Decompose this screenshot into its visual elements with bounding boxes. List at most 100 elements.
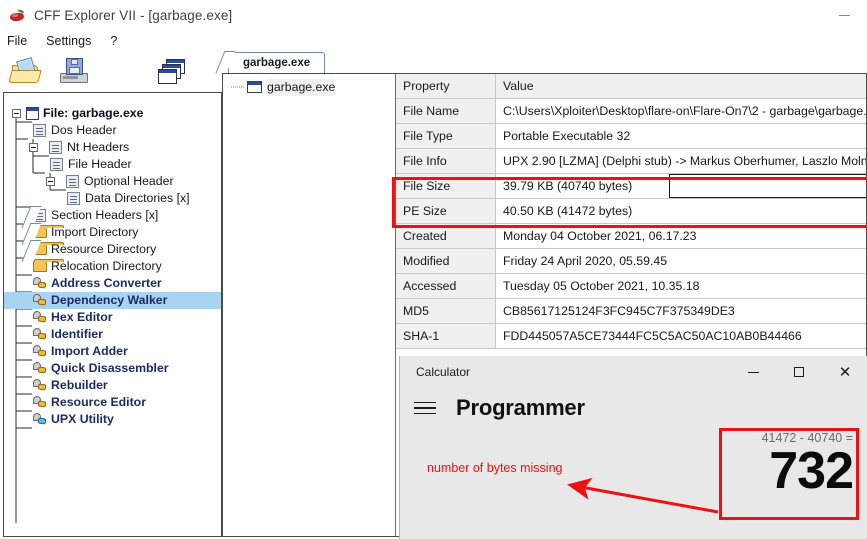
table-row-file-size[interactable]: File Size 39.79 KB (40740 bytes) — [396, 174, 866, 199]
file-structure-tree[interactable]: File: garbage.exe Dos Header Nt Headers … — [3, 92, 222, 537]
window-titlebar: CFF Explorer VII - [garbage.exe] — [0, 0, 867, 30]
calculator-maximize-button[interactable] — [776, 356, 822, 388]
sidebar-item-label: File: garbage.exe — [43, 106, 144, 120]
mdi-file-tree[interactable]: garbage.exe — [223, 74, 395, 536]
sidebar-item-optional-header[interactable]: Optional Header — [4, 173, 221, 190]
table-row[interactable]: Modified Friday 24 April 2020, 05.59.45 — [396, 249, 866, 274]
calculator-close-button[interactable]: ✕ — [822, 356, 867, 388]
app-root: CFF Explorer VII - [garbage.exe] File Se… — [0, 0, 867, 539]
sidebar-item-label: UPX Utility — [51, 412, 114, 426]
window-controls — [821, 0, 867, 30]
tab-garbage-exe[interactable]: garbage.exe — [228, 52, 326, 73]
column-header-property: Property — [396, 74, 496, 99]
mdi-tree-item-label: garbage.exe — [267, 79, 336, 96]
document-icon — [33, 124, 46, 137]
property-value: 39.79 KB (40740 bytes) — [496, 174, 866, 199]
sidebar-item-address-converter[interactable]: Address Converter — [4, 275, 221, 292]
table-row[interactable]: MD5 CB85617125124F3FC945C7F375349DE3 — [396, 299, 866, 324]
property-value: Monday 04 October 2021, 06.17.23 — [496, 224, 866, 249]
sidebar-item-label: File Header — [68, 157, 132, 171]
document-icon — [50, 158, 63, 171]
sidebar-item-label: Import Directory — [51, 225, 139, 239]
sidebar-item-quick-disassembler[interactable]: Quick Disassembler — [4, 360, 221, 377]
column-header-value: Value — [496, 74, 866, 99]
property-name: Modified — [396, 249, 496, 274]
property-name: MD5 — [396, 299, 496, 324]
folder-icon — [33, 259, 64, 272]
pepper-icon — [9, 7, 26, 24]
tool-icon — [33, 345, 47, 358]
property-name: Accessed — [396, 274, 496, 299]
sidebar-item-label: Optional Header — [84, 174, 174, 188]
minimize-button[interactable] — [821, 0, 867, 30]
menu-item-settings[interactable]: Settings — [46, 32, 100, 50]
sidebar-item-dependency-walker[interactable]: Dependency Walker — [4, 292, 221, 309]
sidebar-item-rebuilder[interactable]: Rebuilder — [4, 377, 221, 394]
open-file-button[interactable] — [8, 55, 43, 89]
mdi-tree-item-garbage[interactable]: garbage.exe — [223, 79, 395, 96]
sidebar-item-nt-headers[interactable]: Nt Headers — [4, 139, 221, 156]
sidebar-item-label: Quick Disassembler — [51, 361, 169, 375]
table-row[interactable]: File Type Portable Executable 32 — [396, 124, 866, 149]
tool-icon — [33, 362, 47, 375]
document-icon — [49, 141, 62, 154]
sidebar-item-label: Section Headers [x] — [51, 208, 159, 222]
property-name: File Size — [396, 174, 496, 199]
calculator-title: Calculator — [416, 365, 471, 379]
property-name: PE Size — [396, 199, 496, 224]
table-row[interactable]: Created Monday 04 October 2021, 06.17.23 — [396, 224, 866, 249]
open-folder-icon — [8, 55, 43, 89]
calculator-mode-label: Programmer — [456, 395, 585, 420]
window-icon — [26, 107, 39, 120]
annotation-note: number of bytes missing — [427, 461, 563, 475]
tool-icon — [33, 311, 47, 324]
floppy-disk-icon — [57, 55, 91, 89]
sidebar-item-label: Nt Headers — [67, 140, 130, 154]
sidebar-item-identifier[interactable]: Identifier — [4, 326, 221, 343]
sidebar-item-file-garbage[interactable]: File: garbage.exe — [4, 105, 221, 122]
sidebar-item-label: Import Adder — [51, 344, 128, 358]
property-value: Tuesday 05 October 2021, 10.35.18 — [496, 274, 866, 299]
tab-label: garbage.exe — [243, 57, 311, 69]
maximize-icon — [794, 367, 804, 377]
tool-icon — [33, 294, 47, 307]
sidebar-item-label: Dependency Walker — [51, 293, 168, 307]
calculator-minimize-button[interactable] — [730, 356, 776, 388]
property-value: UPX 2.90 [LZMA] (Delphi stub) -> Markus … — [496, 149, 866, 174]
sidebar-item-file-header[interactable]: File Header — [4, 156, 221, 173]
sidebar-item-dos-header[interactable]: Dos Header — [4, 122, 221, 139]
sidebar-item-label: Resource Directory — [51, 242, 157, 256]
property-name: File Name — [396, 99, 496, 124]
sidebar-item-label: Dos Header — [51, 123, 117, 137]
table-row-pe-size[interactable]: PE Size 40.50 KB (41472 bytes) — [396, 199, 866, 224]
table-row[interactable]: Accessed Tuesday 05 October 2021, 10.35.… — [396, 274, 866, 299]
sidebar-item-import-adder[interactable]: Import Adder — [4, 343, 221, 360]
expander-minus-icon[interactable] — [12, 109, 21, 118]
property-value: FDD445057A5CE73444FC5C5AC50AC10AB0B44466 — [496, 324, 866, 349]
sidebar-item-relocation-directory[interactable]: Relocation Directory — [4, 258, 221, 275]
sidebar-item-hex-editor[interactable]: Hex Editor — [4, 309, 221, 326]
property-name: Created — [396, 224, 496, 249]
cascade-windows-button[interactable] — [155, 55, 189, 89]
table-row[interactable]: SHA-1 FDD445057A5CE73444FC5C5AC50AC10AB0… — [396, 324, 866, 349]
sidebar-item-data-directories[interactable]: Data Directories [x] — [4, 190, 221, 207]
table-row[interactable]: File Name C:\Users\Xploiter\Desktop\flar… — [396, 99, 866, 124]
sidebar-item-upx-utility[interactable]: UPX Utility — [4, 411, 221, 428]
calculator-result: 732 — [769, 442, 854, 500]
tool-icon — [33, 396, 47, 409]
menu-item-file[interactable]: File — [7, 32, 36, 50]
table-row[interactable]: File Info UPX 2.90 [LZMA] (Delphi stub) … — [396, 149, 866, 174]
sidebar-item-label: Rebuilder — [51, 378, 108, 392]
property-name: File Type — [396, 124, 496, 149]
expander-minus-icon[interactable] — [29, 143, 38, 152]
menu-item-help[interactable]: ? — [110, 32, 126, 50]
sidebar-item-label: Data Directories [x] — [85, 191, 190, 205]
sidebar-item-resource-editor[interactable]: Resource Editor — [4, 394, 221, 411]
window-icon — [247, 81, 262, 93]
hamburger-icon[interactable] — [414, 399, 438, 417]
calculator-titlebar: Calculator ✕ — [400, 356, 867, 388]
save-file-button[interactable] — [57, 55, 91, 89]
window-title: CFF Explorer VII - [garbage.exe] — [34, 7, 233, 23]
minimize-icon — [838, 14, 850, 16]
expander-minus-icon[interactable] — [46, 177, 55, 186]
